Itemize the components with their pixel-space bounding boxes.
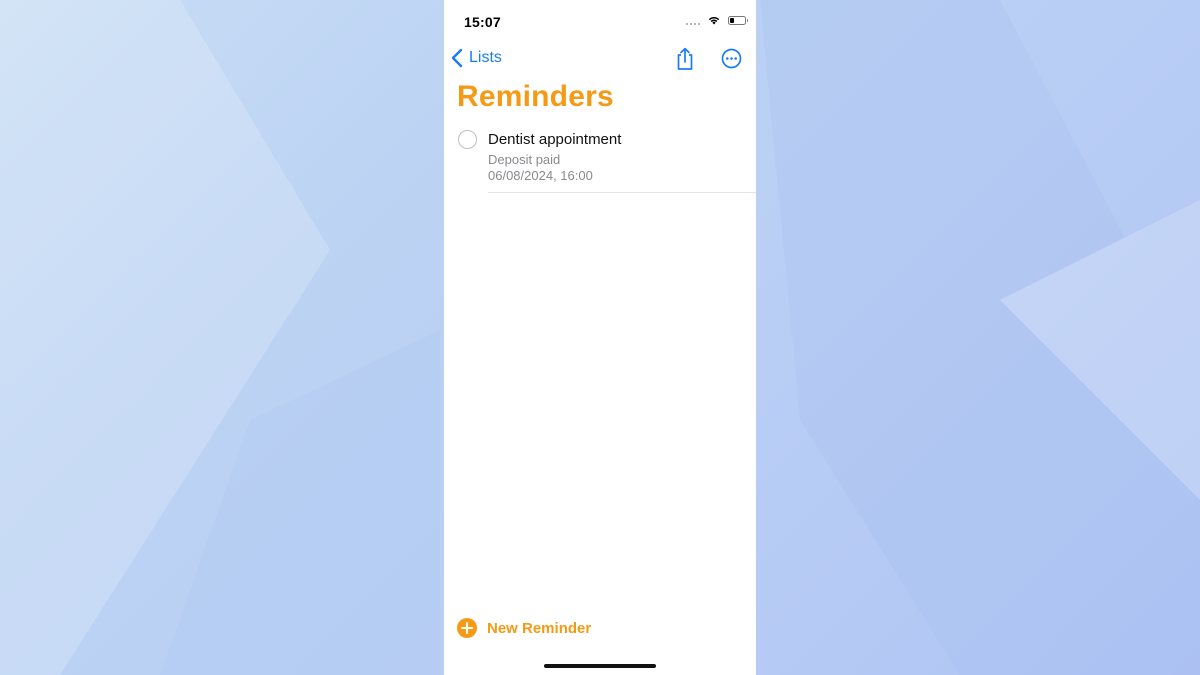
chevron-left-icon <box>451 48 463 68</box>
new-reminder-label: New Reminder <box>487 619 592 637</box>
list-title: Reminders <box>457 80 614 113</box>
plus-circle-icon <box>457 618 477 638</box>
reminder-divider <box>488 192 756 193</box>
back-button-label: Lists <box>469 49 502 66</box>
battery-level <box>730 18 734 23</box>
new-reminder-button[interactable]: New Reminder <box>457 618 591 638</box>
cellular-signal-icon <box>685 17 700 25</box>
share-icon <box>677 47 693 70</box>
reminder-date: 06/08/2024, 16:00 <box>488 168 593 183</box>
ellipsis-circle-icon <box>721 48 742 69</box>
reminder-item[interactable]: Dentist appointment Deposit paid 06/08/2… <box>444 128 756 193</box>
share-button[interactable] <box>675 47 695 76</box>
battery-icon <box>728 16 748 25</box>
wifi-icon <box>708 16 720 25</box>
status-time: 15:07 <box>464 14 501 30</box>
more-options-button[interactable] <box>721 48 742 74</box>
status-bar: 15:07 <box>444 0 756 44</box>
back-to-lists-button[interactable]: Lists <box>450 48 502 68</box>
status-icons <box>685 16 748 25</box>
home-indicator[interactable] <box>544 664 656 668</box>
reminder-title[interactable]: Dentist appointment <box>488 131 621 148</box>
reminder-complete-checkbox[interactable] <box>458 130 477 149</box>
reminder-notes: Deposit paid <box>488 152 561 167</box>
navigation-bar: Lists <box>444 44 756 76</box>
phone-screen: 15:07 Lists Reminders Dentist appointmen… <box>444 0 756 675</box>
